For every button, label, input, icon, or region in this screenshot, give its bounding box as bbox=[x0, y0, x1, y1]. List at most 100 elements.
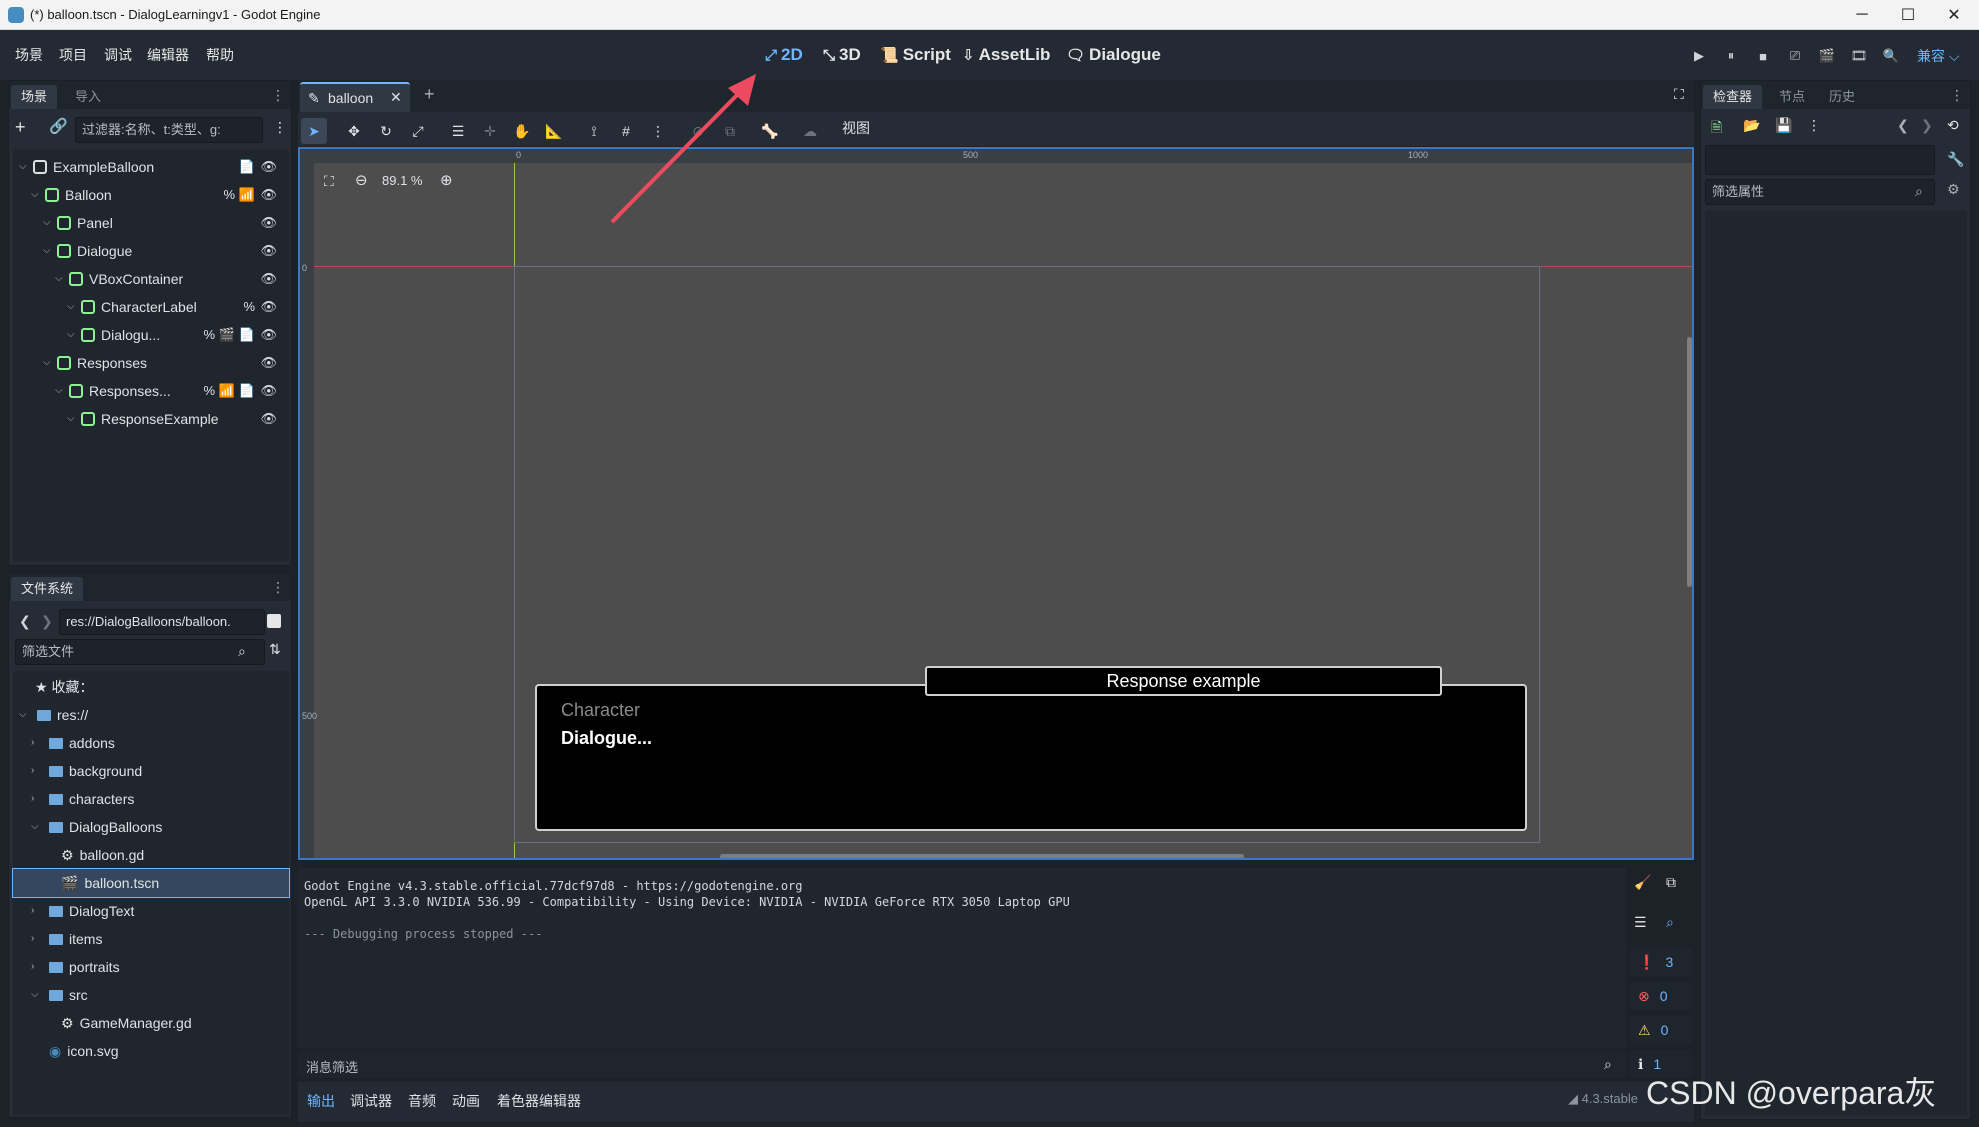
object-props-icon[interactable]: 🔧 bbox=[1947, 151, 1964, 168]
pan-tool-icon[interactable]: ✋ bbox=[509, 118, 535, 144]
file-row[interactable]: ◉ icon.svg bbox=[13, 1037, 289, 1065]
inspector-menu-icon[interactable]: ⋮ bbox=[1950, 87, 1964, 104]
fs-filter-input[interactable]: 筛选文件 bbox=[15, 639, 265, 665]
object-path-field[interactable] bbox=[1705, 145, 1935, 175]
dialogue-panel[interactable]: Character Dialogue... bbox=[535, 684, 1527, 831]
distraction-free-icon[interactable]: ⛶ bbox=[1674, 86, 1684, 103]
scene-node-row[interactable]: ⌵ Dialogue 👁 bbox=[13, 237, 289, 265]
movie-maker-button[interactable]: 🔍 bbox=[1880, 46, 1902, 66]
file-row[interactable]: ⚙ GameManager.gd bbox=[13, 1009, 289, 1037]
center-view-icon[interactable]: ⛶ bbox=[324, 173, 334, 190]
file-row[interactable]: › background bbox=[13, 757, 289, 785]
save-resource-icon[interactable]: 💾 bbox=[1775, 117, 1792, 134]
file-row[interactable]: 🎬 balloon.tscn bbox=[12, 868, 290, 898]
expand-caret-icon[interactable]: ⌵ bbox=[67, 293, 75, 321]
menu-debug[interactable]: 调试 bbox=[104, 45, 132, 65]
tab-balloon[interactable]: ✎ balloon ✕ bbox=[300, 82, 410, 112]
node-status-icon[interactable]: % bbox=[203, 321, 215, 349]
favorites-row[interactable]: ★ 收藏： bbox=[35, 673, 93, 701]
select-tool-icon[interactable]: ➤ bbox=[301, 118, 327, 144]
file-row[interactable]: ⌵ res:// bbox=[13, 701, 289, 729]
close-tab-icon[interactable]: ✕ bbox=[390, 89, 402, 106]
history-forward-icon[interactable]: ❯ bbox=[1921, 117, 1933, 134]
clear-output-icon[interactable]: 🧹 bbox=[1634, 874, 1651, 891]
node-status-icon[interactable]: % bbox=[223, 181, 235, 209]
canvas-viewport[interactable]: 0 500 1000 0 500 ⛶ ⊖ 89.1 % ⊕ Character … bbox=[298, 147, 1694, 860]
layout-toggle-icon[interactable] bbox=[267, 614, 281, 628]
file-row[interactable]: › items bbox=[13, 925, 289, 953]
close-window-button[interactable]: ✕ bbox=[1931, 0, 1977, 30]
new-resource-icon[interactable]: 🗎 bbox=[1711, 117, 1722, 141]
visibility-icon[interactable]: 👁 bbox=[260, 349, 277, 377]
scene-node-row[interactable]: ⌵ Responses 👁 bbox=[13, 349, 289, 377]
vertical-scrollbar[interactable] bbox=[1687, 337, 1692, 587]
scene-node-row[interactable]: ⌵ Responses...% 📶 📄 👁 bbox=[13, 377, 289, 405]
node-status-icon[interactable]: 📶 bbox=[239, 181, 255, 209]
response-example[interactable]: Response example bbox=[925, 666, 1442, 696]
property-filter-input[interactable]: 筛选属性 bbox=[1705, 179, 1935, 205]
visibility-icon[interactable]: 👁 bbox=[260, 293, 277, 321]
back-icon[interactable]: ❮ bbox=[19, 613, 31, 630]
ruler-tool-icon[interactable]: 📐 bbox=[541, 118, 567, 144]
move-tool-icon[interactable]: ✥ bbox=[341, 118, 367, 144]
open-resource-icon[interactable]: 📂 bbox=[1743, 117, 1760, 134]
file-row[interactable]: ⚙ balloon.gd bbox=[13, 841, 289, 869]
forward-icon[interactable]: ❯ bbox=[41, 613, 53, 630]
expand-caret-icon[interactable]: ⌵ bbox=[67, 321, 75, 349]
tab-audio[interactable]: 音频 bbox=[408, 1091, 436, 1111]
expand-caret-icon[interactable]: ⌵ bbox=[43, 237, 51, 265]
zoom-in-icon[interactable]: ⊕ bbox=[440, 171, 453, 189]
collapse-caret-icon[interactable]: ⌵ bbox=[31, 813, 39, 841]
expand-caret-icon[interactable]: ⌵ bbox=[55, 377, 63, 405]
tab-history[interactable]: 历史 bbox=[1819, 85, 1865, 109]
view-menu[interactable]: 视图 bbox=[842, 118, 870, 138]
select-list-icon[interactable]: ☰ bbox=[445, 118, 471, 144]
node-status-icon[interactable]: 📶 bbox=[219, 377, 235, 405]
tab-inspector[interactable]: 检查器 bbox=[1703, 85, 1763, 109]
add-node-button[interactable]: + bbox=[15, 117, 26, 138]
menu-help[interactable]: 帮助 bbox=[206, 45, 234, 65]
node-status-icon[interactable]: % bbox=[203, 377, 215, 405]
dock-menu-icon[interactable]: ⋮ bbox=[271, 87, 285, 104]
scene-node-row[interactable]: ⌵ Dialogu...% 🎬 📄 👁 bbox=[13, 321, 289, 349]
expand-caret-icon[interactable]: ⌵ bbox=[19, 153, 27, 181]
copy-output-icon[interactable]: ⧉ bbox=[1666, 874, 1676, 891]
expand-caret-icon[interactable]: › bbox=[31, 925, 34, 953]
file-row[interactable]: › characters bbox=[13, 785, 289, 813]
workspace-3d-button[interactable]: ⤡ 3D bbox=[823, 45, 861, 65]
message-filter-input[interactable]: 消息筛选 ⌕ bbox=[298, 1052, 1626, 1078]
expand-caret-icon[interactable]: › bbox=[31, 757, 34, 785]
workspace-assetlib-button[interactable]: ⇩ AssetLib bbox=[962, 45, 1050, 65]
file-row[interactable]: › addons bbox=[13, 729, 289, 757]
node-status-icon[interactable]: 📄 bbox=[239, 377, 255, 405]
add-tab-button[interactable]: + bbox=[424, 84, 435, 105]
node-status-icon[interactable]: 📄 bbox=[239, 321, 255, 349]
play-scene-button[interactable]: 🎬 bbox=[1816, 46, 1838, 66]
expand-caret-icon[interactable]: › bbox=[31, 785, 34, 813]
search-output-icon[interactable]: ⌕ bbox=[1666, 914, 1674, 931]
workspace-script-button[interactable]: 📜 Script bbox=[880, 45, 951, 65]
play-custom-scene-button[interactable]: 🎞 bbox=[1848, 46, 1870, 66]
minimize-button[interactable]: ─ bbox=[1839, 0, 1885, 30]
scene-filter-input[interactable]: 过滤器:名称、t:类型、g: bbox=[75, 117, 263, 143]
node-status-icon[interactable]: 📄 bbox=[239, 153, 255, 181]
visibility-icon[interactable]: 👁 bbox=[260, 209, 277, 237]
fs-menu-icon[interactable]: ⋮ bbox=[271, 579, 285, 596]
visibility-icon[interactable]: 👁 bbox=[260, 321, 277, 349]
skeleton-icon[interactable]: ☁ bbox=[797, 118, 823, 144]
tab-animation[interactable]: 动画 bbox=[452, 1091, 480, 1111]
menu-scene[interactable]: 场景 bbox=[15, 45, 43, 65]
tab-node[interactable]: 节点 bbox=[1769, 85, 1815, 109]
menu-editor[interactable]: 编辑器 bbox=[147, 45, 189, 65]
maximize-button[interactable]: ☐ bbox=[1885, 0, 1931, 30]
property-settings-icon[interactable]: ⚙ bbox=[1947, 181, 1960, 198]
renderer-select[interactable]: 兼容 ⌵ bbox=[1917, 46, 1960, 66]
expand-caret-icon[interactable]: ⌵ bbox=[67, 405, 75, 433]
collapse-icon[interactable]: ☰ bbox=[1634, 914, 1647, 931]
workspace-dialogue-button[interactable]: 🗨 Dialogue bbox=[1066, 45, 1161, 65]
tab-import[interactable]: 导入 bbox=[65, 85, 111, 109]
file-row[interactable]: ⌵ DialogBalloons bbox=[13, 813, 289, 841]
scene-node-row[interactable]: ⌵ VBoxContainer 👁 bbox=[13, 265, 289, 293]
history-back-icon[interactable]: ❮ bbox=[1897, 117, 1909, 134]
object-history-icon[interactable]: ⟲ bbox=[1947, 117, 1959, 134]
